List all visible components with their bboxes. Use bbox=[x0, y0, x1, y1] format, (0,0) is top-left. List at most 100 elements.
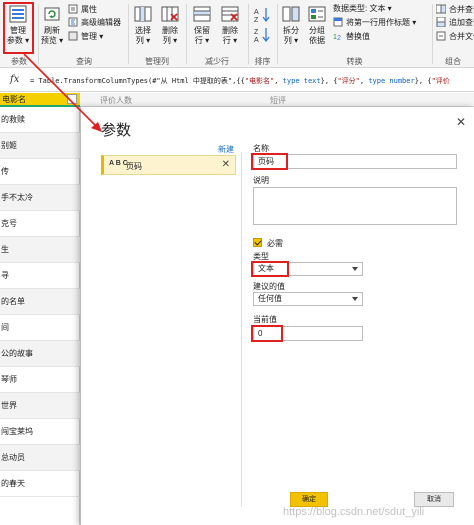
table-row[interactable]: 生 bbox=[0, 237, 80, 263]
table-row[interactable]: 传 bbox=[0, 159, 80, 185]
choose-columns-button[interactable]: 选择 列 ▾ bbox=[131, 4, 155, 46]
first-row-header-icon bbox=[333, 17, 343, 27]
svg-text:A: A bbox=[254, 9, 259, 16]
table-row[interactable]: 公的故事 bbox=[0, 341, 80, 367]
manage-label: 管理 bbox=[81, 32, 97, 41]
table-row[interactable]: 间 bbox=[0, 315, 80, 341]
required-checkbox[interactable] bbox=[253, 238, 262, 247]
suggested-values-label: 建议的值 bbox=[253, 282, 285, 291]
parameters-dialog: 参数 ✕ 新建 A B C 页码 ✕ 名称 页码 说明 必需 类型 文本 建议的… bbox=[80, 107, 474, 525]
description-input[interactable] bbox=[253, 187, 457, 225]
close-icon[interactable]: ✕ bbox=[456, 115, 466, 129]
remove-rows-label-1: 删除 bbox=[222, 26, 238, 35]
svg-text:Z: Z bbox=[254, 29, 259, 36]
combine-files-icon bbox=[436, 31, 446, 41]
refresh-label-2: 预览 bbox=[40, 36, 57, 45]
remove-columns-button[interactable]: 删除 列 ▾ bbox=[158, 4, 182, 46]
data-type-dropdown[interactable]: 数据类型: 文本 ▾ bbox=[333, 4, 392, 14]
formula-keyword: type text bbox=[282, 77, 321, 85]
replace-values-label: 替换值 bbox=[346, 32, 370, 41]
formula-part: }, { bbox=[414, 77, 432, 85]
group-label-reduce-rows: 减少行 bbox=[205, 57, 229, 66]
table-row[interactable]: 闯宝莱坞 bbox=[0, 419, 80, 445]
manage-icon bbox=[68, 31, 78, 41]
sort-descending-icon[interactable]: ZA bbox=[253, 26, 273, 46]
svg-text:2: 2 bbox=[337, 35, 341, 41]
dropdown-arrow-icon: ▾ bbox=[202, 36, 210, 45]
first-row-header-button[interactable]: 将第一行用作标题 ▾ bbox=[333, 17, 416, 28]
grid-header: 评价人数 短评 bbox=[80, 93, 474, 107]
append-queries-icon bbox=[436, 16, 446, 28]
formula-string: "评价 bbox=[431, 77, 450, 85]
remove-columns-icon bbox=[160, 4, 180, 24]
dropdown-arrow-icon: ▾ bbox=[410, 18, 417, 27]
sort-ascending-icon[interactable]: AZ bbox=[253, 6, 273, 26]
sort-buttons[interactable]: AZ ZA bbox=[253, 6, 273, 46]
dropdown-arrow-icon: ▾ bbox=[170, 36, 178, 45]
manage-button[interactable]: 管理 ▾ bbox=[68, 31, 103, 42]
parameter-list-item[interactable]: A B C 页码 ✕ bbox=[101, 155, 236, 175]
replace-values-icon: 12 bbox=[333, 31, 343, 42]
replace-values-button[interactable]: 1 2 替换值 bbox=[333, 31, 370, 42]
new-parameter-link[interactable]: 新建 bbox=[218, 144, 234, 155]
merge-queries-icon bbox=[435, 4, 447, 14]
formula-part: , bbox=[274, 77, 283, 85]
ok-button[interactable]: 确定 bbox=[290, 492, 328, 507]
required-label: 必需 bbox=[267, 239, 283, 248]
keep-rows-label-2: 行 bbox=[194, 36, 203, 45]
properties-label: 属性 bbox=[81, 5, 97, 14]
dropdown-arrow-icon: ▾ bbox=[143, 36, 151, 45]
keep-rows-label-1: 保留 bbox=[194, 26, 210, 35]
keep-rows-button[interactable]: 保留 行 ▾ bbox=[190, 4, 214, 46]
combine-files-label: 合并文件 bbox=[449, 32, 474, 41]
properties-button[interactable]: 属性 bbox=[68, 4, 97, 15]
svg-text:A: A bbox=[254, 37, 259, 44]
table-row[interactable]: 琴师 bbox=[0, 367, 80, 393]
type-select-highlight bbox=[251, 261, 289, 277]
chevron-down-icon bbox=[352, 267, 358, 271]
refresh-preview-button[interactable]: 刷新 预览 ▾ bbox=[40, 4, 64, 46]
description-label: 说明 bbox=[253, 176, 269, 185]
remove-rows-icon bbox=[220, 4, 240, 24]
group-by-button[interactable]: 分组 依据 bbox=[305, 4, 329, 46]
name-input-highlight bbox=[251, 153, 288, 170]
chevron-down-icon bbox=[352, 297, 358, 301]
table-row[interactable]: 总动员 bbox=[0, 445, 80, 471]
svg-text:Z: Z bbox=[254, 17, 259, 24]
cancel-button[interactable]: 取消 bbox=[414, 492, 454, 507]
parameter-item-name: 页码 bbox=[126, 162, 142, 171]
table-row[interactable]: 克号 bbox=[0, 211, 80, 237]
merge-queries-label: 合并查询 bbox=[449, 5, 474, 14]
grid-column-header[interactable]: 短评 bbox=[270, 95, 286, 106]
dropdown-arrow-icon: ▾ bbox=[385, 4, 392, 13]
dropdown-arrow-icon: ▾ bbox=[291, 36, 299, 45]
combine-files-button[interactable]: 合并文件 bbox=[436, 31, 474, 42]
table-row[interactable]: 的名单 bbox=[0, 289, 80, 315]
merge-queries-button[interactable]: 合并查询 bbox=[435, 4, 474, 15]
manage-parameters-highlight bbox=[3, 2, 34, 54]
dropdown-arrow-icon: ▾ bbox=[230, 36, 238, 45]
append-queries-label: 追加查询 bbox=[449, 18, 474, 27]
append-queries-button[interactable]: 追加查询 bbox=[436, 16, 474, 28]
table-row[interactable]: 寻 bbox=[0, 263, 80, 289]
split-column-button[interactable]: 拆分 列 ▾ bbox=[279, 4, 303, 46]
remove-rows-label-2: 行 bbox=[222, 36, 231, 45]
suggested-values-select[interactable]: 任何值 bbox=[253, 292, 363, 306]
delete-parameter-icon[interactable]: ✕ bbox=[222, 159, 230, 170]
group-label-transform: 转换 bbox=[346, 57, 363, 66]
ribbon-separator bbox=[128, 4, 129, 64]
current-value-highlight bbox=[251, 325, 283, 342]
dropdown-arrow-icon: ▾ bbox=[97, 32, 104, 41]
dialog-divider bbox=[241, 152, 242, 507]
remove-rows-button[interactable]: 删除 行 ▾ bbox=[218, 4, 242, 46]
text-type-icon: A B C bbox=[109, 160, 128, 167]
table-row[interactable]: 手不太冷 bbox=[0, 185, 80, 211]
watermark-text: https://blog.csdn.net/sdut_yili bbox=[283, 506, 425, 518]
table-row[interactable]: 世界 bbox=[0, 393, 80, 419]
advanced-editor-button[interactable]: 高级编辑器 bbox=[68, 17, 121, 28]
ribbon-separator bbox=[432, 4, 433, 64]
data-type-label: 数据类型: 文本 bbox=[333, 4, 386, 13]
formula-part: }, { bbox=[320, 77, 338, 85]
split-column-label-2: 列 bbox=[283, 36, 292, 45]
table-row[interactable]: 的春天 bbox=[0, 471, 80, 497]
